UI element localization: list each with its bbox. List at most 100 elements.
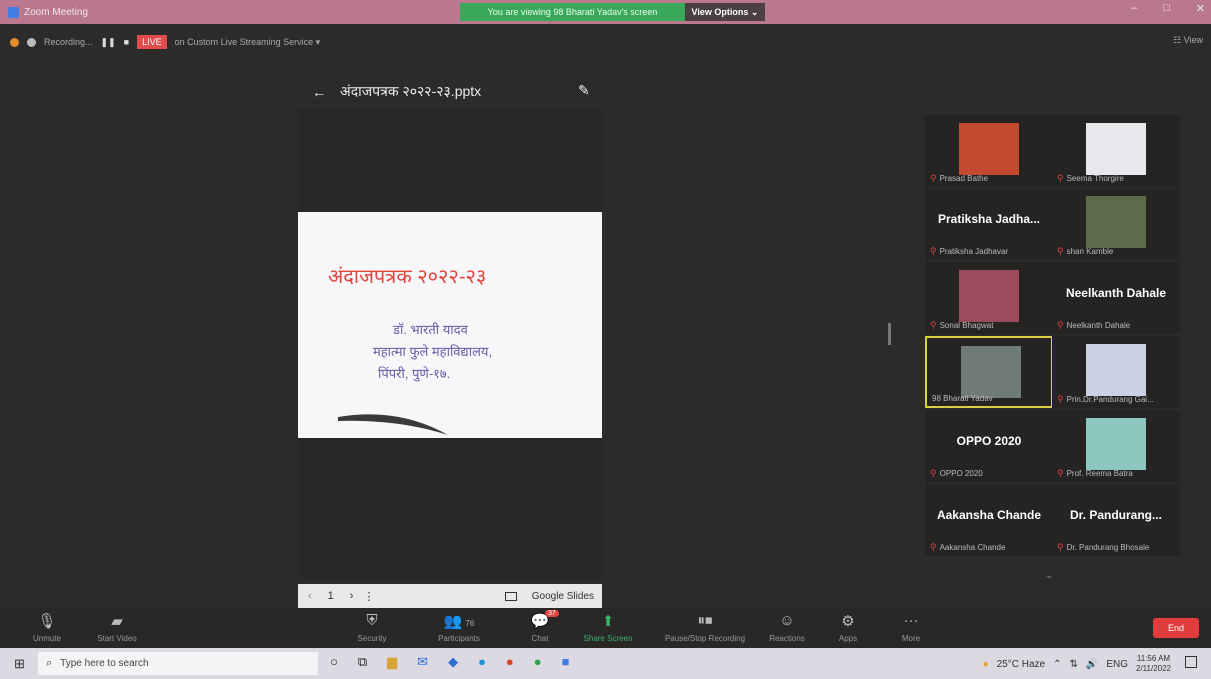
end-button[interactable]: End (1153, 618, 1199, 638)
chevron-down-icon[interactable]: ⌄ (1045, 570, 1053, 581)
participant-tile[interactable]: ⚲ shan Kamble (1052, 188, 1180, 260)
slide-title: अंदाजपत्रक २०२२-२३ (328, 266, 487, 288)
pause-stop-label: Pause/Stop Recording (664, 634, 746, 643)
google-slides-icon (504, 591, 517, 601)
participant-tile[interactable]: Aakansha Chande ⚲ Aakansha Chande (925, 484, 1053, 556)
start-video-button[interactable]: ▰ Start Video (82, 612, 152, 643)
recording-label: Recording... (44, 37, 93, 47)
security-button[interactable]: ⛨ Security (337, 612, 407, 643)
chrome-icon[interactable]: ● (534, 654, 542, 670)
reactions-button[interactable]: ☺ Reactions (752, 612, 822, 643)
share-screen-button[interactable]: ⬆ Share Screen (573, 612, 643, 643)
participant-video-thumbnail (959, 270, 1019, 322)
participants-count: 76 (465, 619, 475, 628)
search-icon: ⌕ (46, 657, 53, 669)
language-indicator[interactable]: ENG (1106, 659, 1128, 670)
chat-badge: 37 (545, 610, 559, 617)
participant-name: shan Kamble (1066, 247, 1114, 256)
unmute-button[interactable]: 🎙 Unmute (12, 612, 82, 643)
pencil-icon[interactable]: ✎ (578, 82, 590, 99)
participants-icon: 👥 76 (443, 613, 475, 630)
share-header: ← अंदाजपत्रक २०२२-२३.pptx (312, 82, 481, 101)
minimize-button[interactable]: – (1131, 2, 1137, 15)
pause-stop-recording-button[interactable]: ⏸⏹ Pause/Stop Recording (665, 612, 745, 643)
tray-chevron-icon[interactable]: ⌃ (1053, 659, 1061, 670)
more-button[interactable]: ··· More (876, 612, 946, 643)
participant-name: Sonal Bhagwat (939, 321, 994, 330)
volume-icon[interactable]: 🔊 (1086, 659, 1098, 670)
task-view-icon[interactable]: ⧉ (358, 654, 367, 670)
participants-button[interactable]: 👥 76 Participants (424, 612, 494, 643)
prev-slide-button[interactable]: ‹ (308, 590, 312, 602)
network-icon[interactable]: ⇅ (1069, 659, 1077, 670)
participant-tile[interactable]: ⚲ Prof. Reema Batra (1052, 410, 1180, 482)
shield-icon[interactable] (10, 37, 19, 47)
video-off-icon: ▰ (111, 613, 123, 630)
pause-recording-button[interactable]: ❚❚ (101, 37, 116, 48)
title-bar: Zoom Meeting You are viewing 98 Bharati … (0, 0, 1211, 24)
participant-name-tag: ⚲ Seema Thorgire (1057, 173, 1124, 184)
windows-start-icon[interactable]: ⊞ (14, 656, 25, 672)
presentation-slide: अंदाजपत्रक २०२२-२३ डॉ. भारती यादव महात्म… (298, 212, 602, 438)
next-slide-button[interactable]: › (350, 590, 354, 602)
chat-button[interactable]: 💬 37 Chat (505, 610, 575, 643)
participant-name-tag: ⚲ Prasad Bathe (930, 173, 988, 184)
participant-tile[interactable]: Pratiksha Jadha... ⚲ Pratiksha Jadhavar (925, 188, 1053, 260)
participant-name-tag: ⚲ shan Kamble (1057, 246, 1113, 257)
microphone-muted-icon: ⚲ (930, 173, 937, 183)
slide-more-button[interactable]: ⋮ (363, 590, 374, 603)
slide-page-number[interactable]: 1 (328, 590, 334, 602)
weather-icon: ● (982, 658, 989, 670)
participant-video-thumbnail (959, 123, 1019, 175)
participant-tile[interactable]: OPPO 2020 ⚲ OPPO 2020 (925, 410, 1053, 482)
splitter-handle[interactable] (888, 323, 891, 345)
live-badge: LIVE (137, 35, 167, 49)
participant-tile[interactable]: Dr. Pandurang... ⚲ Dr. Pandurang Bhosale (1052, 484, 1180, 556)
stop-recording-button[interactable]: ■ (124, 37, 129, 47)
view-button[interactable]: ☷ View (1173, 35, 1203, 46)
cortana-icon[interactable]: ○ (330, 654, 338, 670)
live-service-dropdown[interactable]: on Custom Live Streaming Service ▾ (175, 37, 321, 48)
participant-name: Seema Thorgire (1066, 174, 1124, 183)
store-icon[interactable]: ◆ (448, 654, 458, 670)
participant-video-thumbnail (1086, 196, 1146, 248)
file-explorer-icon[interactable]: ▆ (387, 654, 397, 670)
participant-tile[interactable]: ⚲ Seema Thorgire (1052, 115, 1180, 187)
edge-icon[interactable]: ● (478, 654, 486, 670)
weather-text[interactable]: 25°C Haze (997, 659, 1045, 670)
participants-label: Participants (438, 634, 480, 643)
powerpoint-icon[interactable]: ● (506, 654, 514, 670)
participant-tile[interactable]: ⚲ Prin.Dr.Pandurang Gai... (1052, 336, 1180, 408)
mail-icon[interactable]: ✉ (417, 654, 428, 670)
participant-tile[interactable]: 98 Bharati Yadav (925, 336, 1053, 408)
taskbar-search-placeholder: Type here to search (60, 658, 149, 669)
apps-button[interactable]: ⚙ Apps (813, 612, 883, 643)
microphone-muted-icon: ⚲ (1057, 173, 1064, 183)
back-arrow-icon[interactable]: ← (312, 84, 326, 100)
notification-icon[interactable] (1185, 656, 1197, 668)
google-slides-button[interactable]: Google Slides (495, 591, 594, 602)
participant-name-tag: ⚲ Prin.Dr.Pandurang Gai... (1057, 394, 1154, 405)
participant-name-tag: ⚲ Pratiksha Jadhavar (930, 246, 1008, 257)
app-title-text: Zoom Meeting (24, 6, 88, 18)
microphone-muted-icon: ⚲ (930, 542, 937, 552)
participant-name-tag: ⚲ Neelkanth Dahale (1057, 320, 1130, 331)
participant-name-tag: 98 Bharati Yadav (932, 394, 993, 403)
apps-label: Apps (838, 634, 858, 643)
close-button[interactable]: ✕ (1196, 2, 1205, 15)
view-options-button[interactable]: View Options ⌄ (685, 3, 765, 21)
participant-tile[interactable]: Neelkanth Dahale ⚲ Neelkanth Dahale (1052, 262, 1180, 334)
clock-time: 11:56 AM (1136, 654, 1171, 663)
meeting-toolbar: 🎙 Unmute ▰ Start Video ⛨ Security 👥 76 Pa… (0, 608, 1211, 648)
viewing-banner: You are viewing 98 Bharati Yadav's scree… (460, 3, 685, 21)
maximize-button[interactable]: □ (1163, 2, 1170, 15)
slide-college: महात्मा फुले महाविद्यालय, (373, 344, 493, 359)
zoom-taskbar-icon[interactable]: ■ (562, 654, 570, 670)
clock[interactable]: 11:56 AM 2/11/2022 (1136, 654, 1171, 674)
taskbar-search[interactable]: ⌕ Type here to search (38, 652, 318, 675)
presentation-filename: अंदाजपत्रक २०२२-२३.pptx (340, 83, 482, 99)
participant-tile[interactable]: ⚲ Sonal Bhagwat (925, 262, 1053, 334)
participant-display-name: Aakansha Chande (936, 508, 1042, 522)
participant-video-thumbnail (1086, 344, 1146, 396)
participant-tile[interactable]: ⚲ Prasad Bathe (925, 115, 1053, 187)
